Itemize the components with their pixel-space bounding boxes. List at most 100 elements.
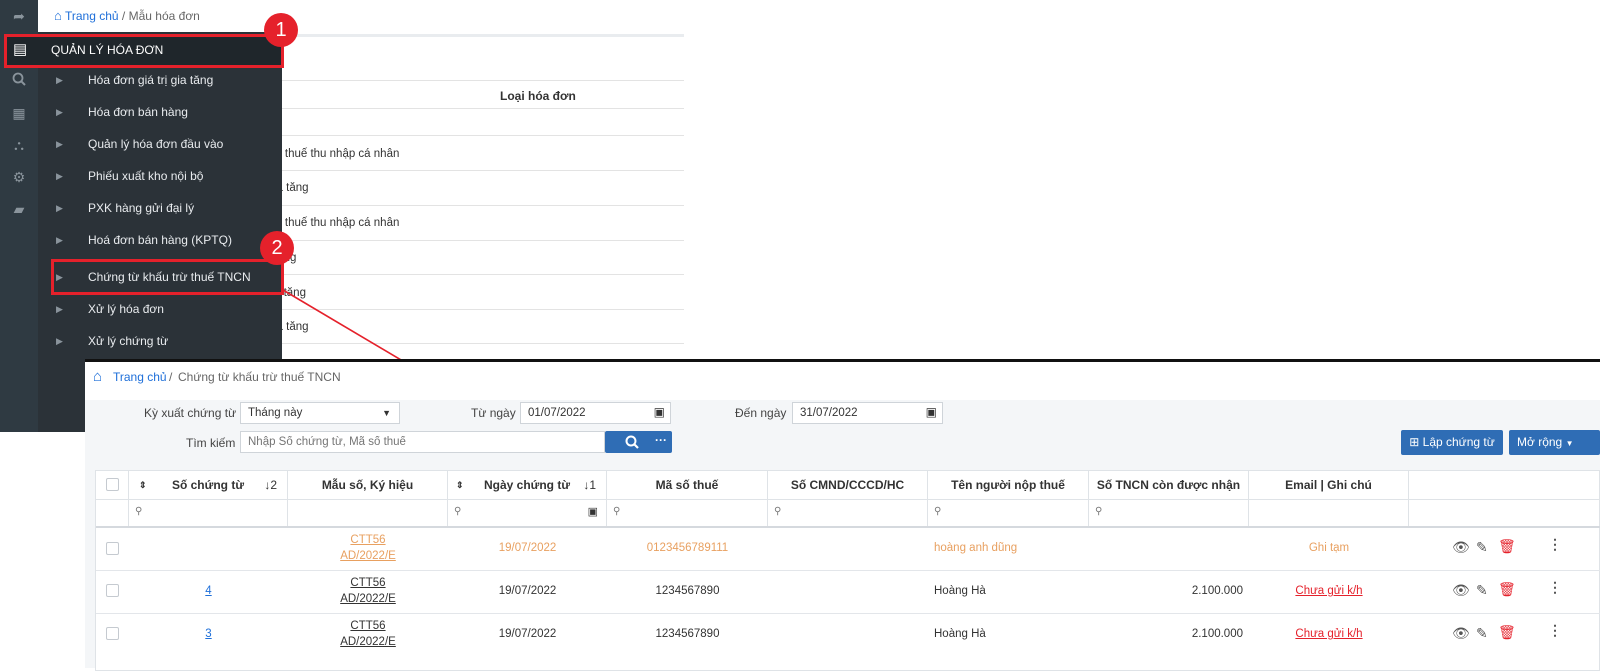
cell-date: 19/07/2022 [498, 585, 557, 597]
search-icon: ⚲ [1095, 506, 1103, 517]
more-options-button[interactable]: ··· [650, 431, 672, 453]
view-icon[interactable]: 👁 [1452, 625, 1470, 642]
create-voucher-label: Lập chứng từ [1422, 435, 1495, 449]
search-icon: ⚲ [774, 506, 782, 517]
sort-desc-icon[interactable]: ↓1 [583, 471, 596, 499]
period-value: Tháng này [248, 407, 303, 419]
cell-form-line2[interactable]: AD/2022/E [288, 636, 448, 648]
sort-icon[interactable]: ⇕ [456, 471, 464, 499]
search-icon: ⚲ [934, 506, 942, 517]
filter-form-symbol[interactable] [288, 499, 448, 527]
cell-taxpayer-name: hoàng anh dũng [934, 542, 1018, 554]
breadcrumb-separator: / [169, 370, 173, 384]
from-date-input[interactable]: 01/07/2022 ▣ [520, 402, 671, 424]
cell-pit-amount: 2.100.000 [1191, 585, 1243, 597]
header-voucher-date[interactable]: ⇕ Ngày chứng từ ↓1 [448, 471, 607, 499]
row-checkbox[interactable] [106, 584, 119, 597]
search-icon: ⚲ [613, 506, 621, 517]
header-pit-amount[interactable]: Số TNCN còn được nhận [1089, 471, 1249, 499]
filter-email-note[interactable] [1249, 499, 1409, 527]
cell-voucher-no[interactable]: 3 [129, 628, 288, 640]
cell-date: 19/07/2022 [498, 542, 557, 554]
sort-order: 1 [589, 478, 596, 492]
header-label: Số chứng từ [171, 478, 245, 492]
filter-id-number[interactable]: ⚲ [768, 499, 928, 527]
cell-taxpayer-name: Hoàng Hà [934, 628, 986, 640]
filter-tax-code[interactable]: ⚲ [607, 499, 768, 527]
cell-form-line2[interactable]: AD/2022/E [288, 550, 448, 562]
filter-date[interactable]: ⚲ ▣ [448, 499, 607, 527]
from-date-label: Từ ngày [471, 406, 516, 420]
search-label: Tìm kiếm [186, 436, 236, 450]
to-date-value: 31/07/2022 [800, 407, 858, 419]
cell-form-line1[interactable]: CTT56 [288, 534, 448, 546]
breadcrumb-current: Chứng từ khấu trừ thuế TNCN [178, 370, 341, 384]
table-row[interactable]: 3 CTT56 AD/2022/E 19/07/2022 1234567890 … [96, 614, 1600, 656]
cell-tax-code: 1234567890 [655, 628, 720, 640]
from-date-value: 01/07/2022 [528, 407, 586, 419]
more-vertical-icon[interactable]: ⋮ [1548, 536, 1562, 553]
header-tax-code[interactable]: Mã số thuế [607, 471, 768, 499]
cell-note[interactable]: Chưa gửi k/h [1249, 585, 1409, 597]
search-input[interactable] [240, 431, 605, 453]
delete-icon[interactable]: 🗑 [1498, 624, 1516, 641]
home-icon[interactable]: ⌂ [93, 368, 102, 385]
search-icon [625, 435, 639, 449]
period-select[interactable]: Tháng này ▼ [240, 402, 400, 424]
calendar-icon[interactable]: ▣ [654, 402, 665, 422]
filter-cell [96, 499, 129, 527]
expand-dropdown-button[interactable]: Mở rộng ▼ [1509, 430, 1600, 455]
cell-form-line2[interactable]: AD/2022/E [288, 593, 448, 605]
sort-order: 2 [270, 478, 277, 492]
to-date-input[interactable]: 31/07/2022 ▣ [792, 402, 943, 424]
filter-pit-amount[interactable]: ⚲ [1089, 499, 1249, 527]
row-checkbox[interactable] [106, 542, 119, 555]
period-label: Kỳ xuất chứng từ [144, 406, 237, 420]
edit-icon[interactable]: ✎ [1476, 582, 1488, 599]
view-icon[interactable]: 👁 [1452, 539, 1470, 556]
table-row[interactable]: 4 CTT56 AD/2022/E 19/07/2022 1234567890 … [96, 571, 1600, 613]
table-row[interactable]: CTT56 AD/2022/E 19/07/2022 0123456789111… [96, 528, 1600, 570]
search-icon: ⚲ [135, 506, 143, 517]
delete-icon[interactable]: 🗑 [1498, 538, 1516, 555]
sort-icon[interactable]: ⇕ [139, 471, 147, 499]
cell-note[interactable]: Chưa gửi k/h [1249, 628, 1409, 640]
cell-pit-amount: 2.100.000 [1191, 628, 1243, 640]
sort-desc-icon[interactable]: ↓2 [264, 471, 277, 499]
plus-square-icon: ⊞ [1409, 435, 1420, 449]
calendar-icon[interactable]: ▣ [926, 402, 937, 422]
cell-form-line1[interactable]: CTT56 [288, 577, 448, 589]
header-id-number[interactable]: Số CMND/CCCD/HC [768, 471, 928, 499]
cell-tax-code: 1234567890 [655, 585, 720, 597]
cell-date: 19/07/2022 [498, 628, 557, 640]
select-all-checkbox[interactable] [106, 478, 119, 491]
header-taxpayer-name[interactable]: Tên người nộp thuế [928, 471, 1089, 499]
filter-voucher-no[interactable]: ⚲ [129, 499, 288, 527]
expand-label: Mở rộng [1517, 435, 1563, 449]
header-email-note[interactable]: Email | Ghi chú [1249, 471, 1409, 499]
filter-taxpayer-name[interactable]: ⚲ [928, 499, 1089, 527]
edit-icon[interactable]: ✎ [1476, 539, 1488, 556]
breadcrumb: ⌂ Trang chủ / Chứng từ khấu trừ thuế TNC… [85, 362, 1600, 400]
to-date-label: Đến ngày [735, 406, 787, 420]
cell-tax-code: 0123456789111 [646, 542, 729, 554]
more-vertical-icon[interactable]: ⋮ [1548, 622, 1562, 639]
header-form-symbol[interactable]: Mẫu số, Ký hiệu [288, 471, 448, 499]
caret-down-icon: ▼ [382, 408, 391, 418]
cell-voucher-no[interactable]: 4 [129, 585, 288, 597]
select-all-cell [96, 471, 129, 499]
search-icon: ⚲ [454, 506, 462, 517]
cell-note: Ghi tạm [1308, 542, 1350, 554]
delete-icon[interactable]: 🗑 [1498, 581, 1516, 598]
voucher-table: ⇕ Số chứng từ ↓2 Mẫu số, Ký hiệu ⇕ Ngày … [95, 470, 1600, 671]
header-voucher-no[interactable]: ⇕ Số chứng từ ↓2 [129, 471, 288, 499]
calendar-icon[interactable]: ▣ [588, 505, 598, 518]
header-label: Ngày chứng từ [483, 478, 571, 492]
edit-icon[interactable]: ✎ [1476, 625, 1488, 642]
create-voucher-button[interactable]: ⊞ Lập chứng từ [1401, 430, 1503, 455]
cell-form-line1[interactable]: CTT56 [288, 620, 448, 632]
row-checkbox[interactable] [106, 627, 119, 640]
more-vertical-icon[interactable]: ⋮ [1548, 579, 1562, 596]
view-icon[interactable]: 👁 [1452, 582, 1470, 599]
breadcrumb-home[interactable]: Trang chủ [113, 370, 167, 384]
